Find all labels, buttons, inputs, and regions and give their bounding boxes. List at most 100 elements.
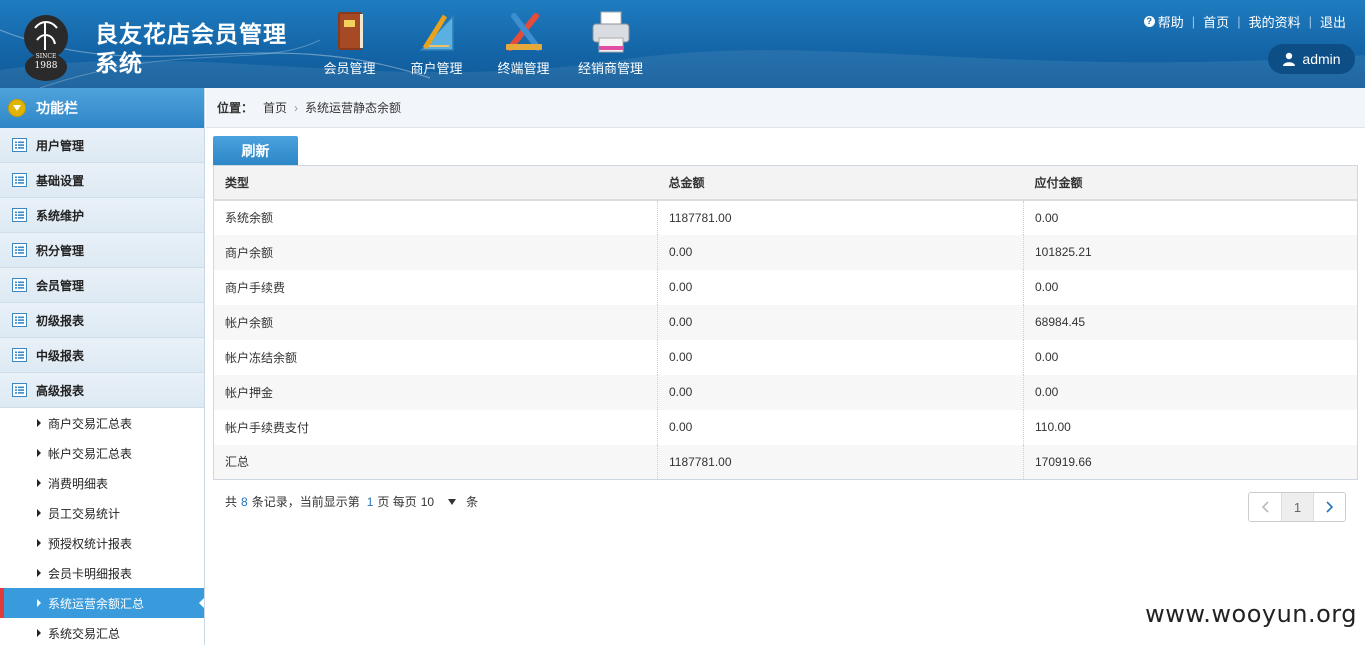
table-cell: 1187781.00 <box>657 199 1024 235</box>
top-nav: 会员管理 商户管理 终端管理 经销商管理 <box>306 6 654 82</box>
user-icon <box>1283 52 1296 66</box>
sidebar-menu-label: 基础设置 <box>36 173 85 188</box>
column-header-type[interactable]: 类型 <box>213 165 658 201</box>
pager-per-label: 页 每页 <box>377 495 417 509</box>
sidebar-title: 功能栏 <box>36 100 78 116</box>
collapse-toggle-icon[interactable] <box>8 99 26 117</box>
sidebar-menu-label: 高级报表 <box>36 383 85 398</box>
logout-link[interactable]: 退出 <box>1312 12 1346 31</box>
table-cell: 0.00 <box>657 234 1024 270</box>
sidebar-menu-item[interactable]: 系统维护 <box>0 198 204 233</box>
sidebar-subitem[interactable]: 系统运营余额汇总 <box>0 588 204 618</box>
table-cell: 0.00 <box>1023 339 1358 375</box>
pager-mid: 条记录，当前显示第 <box>251 495 360 509</box>
nav-member[interactable]: 会员管理 <box>306 6 393 82</box>
breadcrumb-separator-icon: › <box>294 100 299 115</box>
sidebar-subitem-label: 系统运营余额汇总 <box>48 596 145 611</box>
sidebar-subitem[interactable]: 系统交易汇总 <box>0 618 204 645</box>
sidebar-header[interactable]: 功能栏 <box>0 88 204 128</box>
balance-table: 类型 总金额 应付金额 系统余额 1187781.00 0.00 商户余额 0.00 10… <box>213 165 1358 480</box>
app-title: 良友花店会员管理系统 <box>95 21 287 77</box>
sidebar-menu-item[interactable]: 用户管理 <box>0 128 204 163</box>
sidebar-menu-item[interactable]: 基础设置 <box>0 163 204 198</box>
sidebar-submenu: 商户交易汇总表帐户交易汇总表 消费明细表 员工交易统计 预授权统计报表 会员卡明细报表系… <box>0 408 204 645</box>
list-icon <box>12 173 27 187</box>
table-cell: 68984.45 <box>1023 304 1358 340</box>
brand-logo-icon <box>24 15 68 81</box>
book-icon <box>337 12 363 50</box>
caret-right-icon <box>37 509 41 517</box>
username: admin <box>1302 51 1341 67</box>
sidebar-subitem[interactable]: 员工交易统计 <box>0 498 204 528</box>
table-row: 帐户余额 0.00 68984.45 <box>213 304 1358 340</box>
chevron-down-icon <box>448 498 457 505</box>
nav-merchant[interactable]: 商户管理 <box>393 6 480 82</box>
table-header-row: 类型 总金额 应付金额 <box>213 165 1358 201</box>
nav-dealer-label: 经销商管理 <box>577 61 643 76</box>
sidebar-subitem-label: 系统交易汇总 <box>48 626 121 641</box>
sidebar-subitem-label: 商户交易汇总表 <box>48 416 133 431</box>
home-link[interactable]: 首页 <box>1195 12 1237 31</box>
watermark: www.wooyun.org <box>1145 600 1357 628</box>
user-menu[interactable]: admin <box>1268 44 1355 74</box>
table-cell: 0.00 <box>657 339 1024 375</box>
caret-right-icon <box>37 629 41 637</box>
chevron-left-icon <box>1261 501 1269 513</box>
table-row: 帐户冻结余额 0.00 0.00 <box>214 339 1358 375</box>
sidebar-menu-label: 初级报表 <box>36 313 85 328</box>
pager-total: 8 <box>241 494 248 509</box>
sidebar-menu-label: 中级报表 <box>36 348 85 363</box>
nav-dealer[interactable]: 经销商管理 <box>567 6 654 82</box>
nav-terminal-label: 终端管理 <box>497 61 550 76</box>
caret-right-icon <box>37 599 41 607</box>
profile-link[interactable]: 我的资料 <box>1241 12 1309 31</box>
top-links: ? 帮助 | 首页 | 我的资料 | 退出 <box>1143 12 1346 31</box>
table-cell: 0.00 <box>657 409 1024 445</box>
table-cell: 商户手续费 <box>225 280 286 295</box>
logo-since: SINCE <box>35 53 57 60</box>
sidebar-subitem[interactable]: 商户交易汇总表 <box>0 408 204 438</box>
caret-right-icon <box>37 479 41 487</box>
table-cell: 商户余额 <box>213 234 658 270</box>
help-link[interactable]: 帮助 <box>1158 12 1192 31</box>
column-header-total[interactable]: 总金额 <box>657 165 1024 201</box>
sidebar-menu-item[interactable]: 中级报表 <box>0 338 204 373</box>
list-icon <box>12 243 27 257</box>
nav-terminal[interactable]: 终端管理 <box>480 6 567 82</box>
sidebar-subitem[interactable]: 帐户交易汇总表 <box>0 438 204 468</box>
sidebar-menu-item[interactable]: 初级报表 <box>0 303 204 338</box>
column-header-payable[interactable]: 应付金额 <box>1023 165 1358 201</box>
table-row: 系统余额 1187781.00 0.00 <box>214 199 1358 235</box>
tools-icon <box>505 13 542 51</box>
ruler-icon <box>418 14 454 51</box>
sidebar-menu-item[interactable]: 会员管理 <box>0 268 204 303</box>
page-number-button[interactable]: 1 <box>1281 493 1313 521</box>
breadcrumb-home[interactable]: 首页 <box>263 99 287 116</box>
sidebar-subitem[interactable]: 会员卡明细报表 <box>0 558 204 588</box>
table-row: 商户余额 0.00 101825.21 <box>213 234 1358 270</box>
sidebar-subitem[interactable]: 预授权统计报表 <box>0 528 204 558</box>
chevron-right-icon <box>1325 501 1333 513</box>
help-icon: ? <box>1143 16 1155 27</box>
main-content: 位置： 首页 › 系统运营静态余额 刷新 类型 总金额 应付金额 系统余额 118… <box>206 88 1365 645</box>
refresh-button[interactable]: 刷新 <box>213 136 298 165</box>
table-cell: 帐户余额 <box>213 304 658 340</box>
sidebar-menu-item[interactable]: 积分管理 <box>0 233 204 268</box>
table-cell: 0.00 <box>657 374 1024 410</box>
prev-page-button[interactable] <box>1249 493 1281 521</box>
page-size-select[interactable]: 10 <box>421 495 457 509</box>
next-page-button[interactable] <box>1313 493 1345 521</box>
table-cell: 帐户押金 <box>213 374 658 410</box>
table-cell: 0.00 <box>1023 269 1358 305</box>
table-cell: 101825.21 <box>1023 234 1358 270</box>
table-cell: 0.00 <box>1023 199 1358 235</box>
sidebar-subitem[interactable]: 消费明细表 <box>0 468 204 498</box>
table-cell: 系统余额 <box>225 211 274 225</box>
table-row: 汇总 1187781.00 170919.66 <box>213 444 1358 480</box>
sidebar-menu-item[interactable]: 高级报表 <box>0 373 204 408</box>
nav-merchant-label: 商户管理 <box>410 61 463 76</box>
list-icon <box>12 138 27 152</box>
list-icon <box>12 313 27 327</box>
table-row: 帐户手续费支付 0.00 110.00 <box>214 409 1358 445</box>
table-cell: 帐户手续费支付 <box>225 420 310 435</box>
